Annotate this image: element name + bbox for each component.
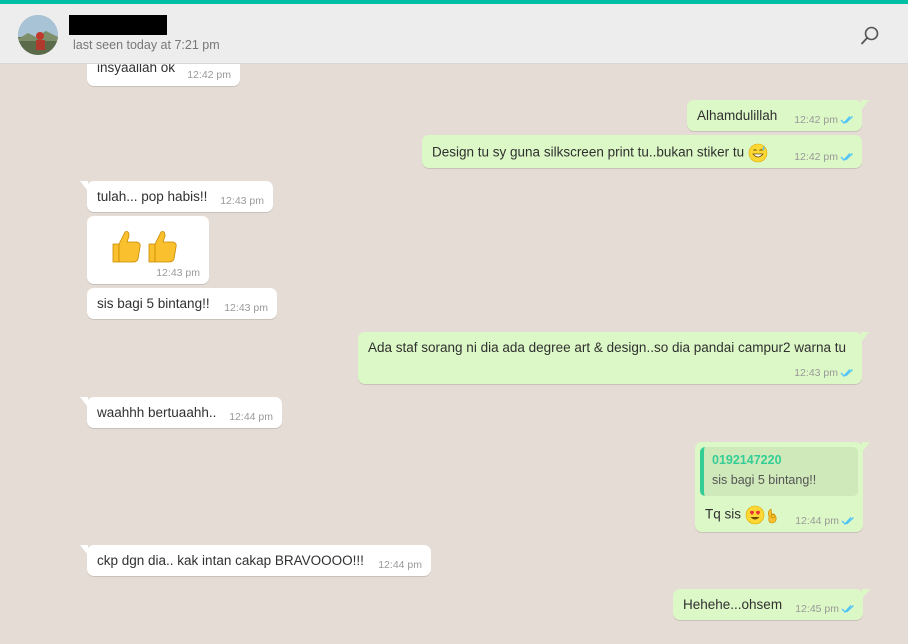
message-text: Design tu sy guna silkscreen print tu..b… xyxy=(432,144,745,160)
quoted-message[interactable]: 0192147220 sis bagi 5 bintang!! xyxy=(700,447,858,496)
message-time: 12:42 pm xyxy=(794,114,838,126)
grinning-sweat-emoji xyxy=(748,143,768,163)
message-incoming[interactable]: insyaallah ok 12:42 pm xyxy=(87,64,240,86)
message-incoming[interactable]: sis bagi 5 bintang!! 12:43 pm xyxy=(87,288,277,319)
avatar-photo xyxy=(18,15,58,55)
double-check-icon xyxy=(841,517,854,525)
message-outgoing[interactable]: Design tu sy guna silkscreen print tu..b… xyxy=(422,135,862,168)
quoted-sender: 0192147220 xyxy=(712,453,782,467)
chat-header[interactable]: last seen today at 7:21 pm xyxy=(0,4,908,64)
double-check-icon xyxy=(840,116,853,124)
thumbs-up-emoji xyxy=(112,231,177,263)
message-text: sis bagi 5 bintang!! xyxy=(97,296,210,311)
bubble-tail xyxy=(80,181,88,191)
message-incoming[interactable]: tulah... pop habis!! 12:43 pm xyxy=(80,181,273,212)
message-list[interactable]: insyaallah ok 12:42 pm Alhamdulillah 12:… xyxy=(0,64,908,644)
double-check-icon xyxy=(840,369,853,377)
double-check-icon xyxy=(840,153,853,161)
message-text: ckp dgn dia.. kak intan cakap BRAVOOOO!!… xyxy=(97,553,364,568)
message-text: waahhh bertuaahh.. xyxy=(97,405,217,420)
message-text: insyaallah ok xyxy=(97,64,176,75)
heart-eyes-ok-hand-emoji xyxy=(745,505,777,525)
avatar[interactable] xyxy=(18,15,58,55)
message-outgoing[interactable]: 0192147220 sis bagi 5 bintang!! Tq sis 1… xyxy=(695,442,870,532)
bubble-tail xyxy=(862,589,870,599)
bubble-tail xyxy=(861,332,869,342)
message-time: 12:43 pm xyxy=(224,302,268,314)
message-incoming[interactable]: ckp dgn dia.. kak intan cakap BRAVOOOO!!… xyxy=(80,545,431,576)
message-text: Ada staf sorang ni dia ada degree art & … xyxy=(368,340,847,355)
message-text: tulah... pop habis!! xyxy=(97,189,208,204)
search-icon[interactable] xyxy=(858,24,882,48)
double-check-icon xyxy=(841,605,854,613)
message-time: 12:43 pm xyxy=(156,267,200,279)
message-time: 12:45 pm xyxy=(795,603,839,615)
message-text: Alhamdulillah xyxy=(697,108,778,123)
message-time: 12:44 pm xyxy=(378,559,422,571)
last-seen-status: last seen today at 7:21 pm xyxy=(73,38,220,52)
bubble-tail xyxy=(80,545,88,555)
bubble-tail xyxy=(80,397,88,407)
message-incoming[interactable]: 12:43 pm xyxy=(87,216,209,284)
message-time: 12:43 pm xyxy=(220,195,264,207)
message-time: 12:44 pm xyxy=(795,515,839,527)
message-outgoing[interactable]: Hehehe...ohsem 12:45 pm xyxy=(673,589,870,620)
quoted-text: sis bagi 5 bintang!! xyxy=(712,473,817,487)
message-time: 12:44 pm xyxy=(229,411,273,423)
contact-name-redacted xyxy=(69,15,167,35)
message-outgoing[interactable]: Alhamdulillah 12:42 pm xyxy=(687,100,869,131)
message-time: 12:42 pm xyxy=(794,151,838,163)
message-time: 12:43 pm xyxy=(794,367,838,379)
message-text: Tq sis xyxy=(705,506,742,522)
message-time: 12:42 pm xyxy=(187,69,231,81)
bubble-tail xyxy=(862,442,870,452)
message-outgoing[interactable]: Ada staf sorang ni dia ada degree art & … xyxy=(358,332,869,384)
message-incoming[interactable]: waahhh bertuaahh.. 12:44 pm xyxy=(80,397,282,428)
bubble-tail xyxy=(861,100,869,110)
message-text: Hehehe...ohsem xyxy=(683,597,783,612)
